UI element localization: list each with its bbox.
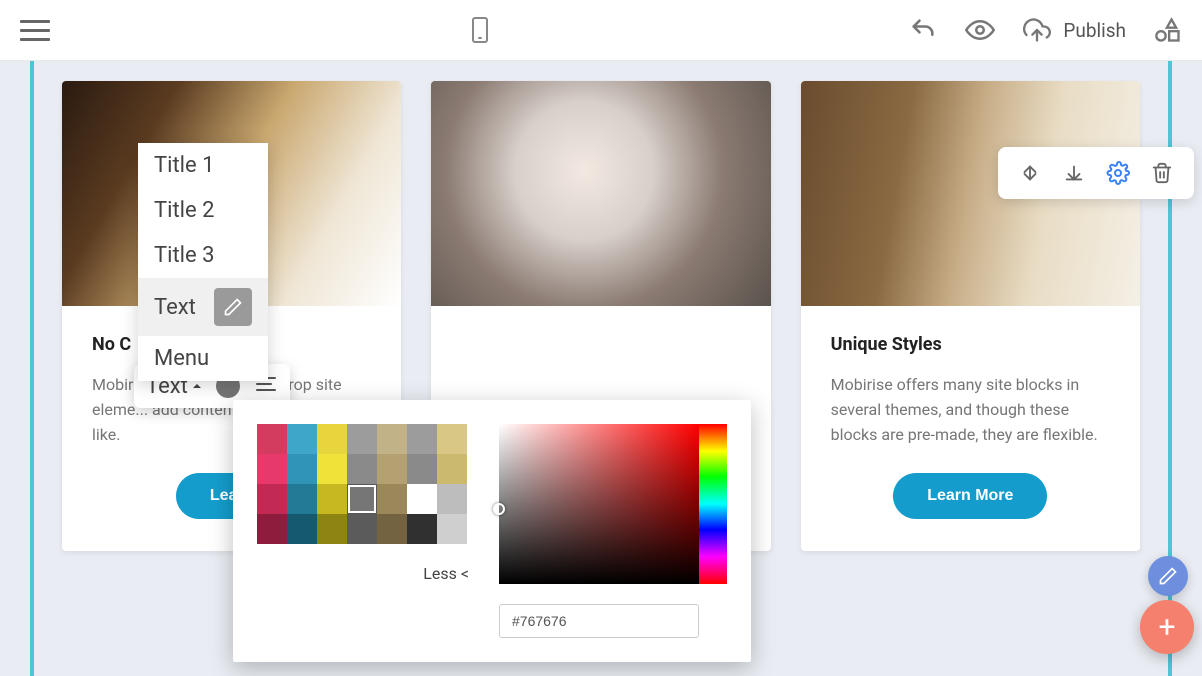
- palette-swatch[interactable]: [407, 514, 437, 544]
- palette-swatch[interactable]: [287, 424, 317, 454]
- sv-handle[interactable]: [493, 503, 505, 515]
- style-option-text[interactable]: Text: [138, 278, 268, 336]
- block-settings-button[interactable]: [1100, 155, 1136, 191]
- palette-swatch[interactable]: [377, 484, 407, 514]
- palette-swatch[interactable]: [407, 424, 437, 454]
- palette-swatch[interactable]: [377, 454, 407, 484]
- topbar: Publish: [0, 0, 1202, 61]
- palette-swatch[interactable]: [437, 454, 467, 484]
- style-option-title3[interactable]: Title 3: [138, 233, 268, 278]
- palette-swatch[interactable]: [257, 454, 287, 484]
- pencil-icon[interactable]: [214, 288, 252, 326]
- canvas-guide-left: [30, 61, 34, 676]
- palette-swatch[interactable]: [287, 484, 317, 514]
- less-colors-toggle[interactable]: Less <: [257, 564, 469, 583]
- palette-swatch[interactable]: [287, 454, 317, 484]
- topbar-actions: Publish: [909, 15, 1182, 45]
- move-down-button[interactable]: [1056, 155, 1092, 191]
- text-style-dropdown: Title 1 Title 2 Title 3 Text Menu: [138, 143, 268, 381]
- palette-swatch[interactable]: [317, 424, 347, 454]
- hex-input[interactable]: [499, 604, 699, 638]
- hue-slider[interactable]: [699, 424, 727, 584]
- style-option-label: Text: [154, 295, 196, 320]
- palette-swatch[interactable]: [407, 454, 437, 484]
- block-toolbar: [998, 147, 1194, 199]
- preview-button[interactable]: [965, 15, 995, 45]
- undo-button[interactable]: [909, 16, 937, 44]
- edit-fab[interactable]: [1148, 556, 1188, 596]
- card-title[interactable]: Unique Styles: [831, 334, 1110, 355]
- card-image[interactable]: [431, 81, 770, 306]
- palette-swatch[interactable]: [317, 484, 347, 514]
- card-body: Unique Styles Mobirise offers many site …: [801, 306, 1140, 551]
- add-block-fab[interactable]: +: [1140, 600, 1194, 654]
- palette-swatch[interactable]: [347, 424, 377, 454]
- palette-swatch[interactable]: [347, 454, 377, 484]
- palette-swatch[interactable]: [347, 484, 377, 514]
- palette-swatch[interactable]: [287, 514, 317, 544]
- card-text[interactable]: Mobirise offers many site blocks in seve…: [831, 373, 1110, 447]
- move-up-button[interactable]: [1012, 155, 1048, 191]
- palette-grid: [257, 424, 469, 544]
- delete-block-button[interactable]: [1144, 155, 1180, 191]
- palette-swatch[interactable]: [317, 454, 347, 484]
- caret-up-icon: [192, 381, 202, 391]
- cloud-upload-icon: [1023, 16, 1051, 44]
- palette-swatch[interactable]: [407, 484, 437, 514]
- palette-swatch[interactable]: [257, 424, 287, 454]
- style-option-title2[interactable]: Title 2: [138, 188, 268, 233]
- shapes-button[interactable]: [1154, 16, 1182, 44]
- mobile-icon: [472, 17, 488, 43]
- publish-button[interactable]: Publish: [1023, 16, 1126, 44]
- picker-column: [499, 424, 727, 638]
- publish-label: Publish: [1063, 19, 1126, 42]
- editor-canvas: No C Mobirise is an easy ... just drop s…: [0, 61, 1202, 676]
- palette-swatch[interactable]: [257, 484, 287, 514]
- palette-swatch[interactable]: [377, 424, 407, 454]
- palette-swatch[interactable]: [437, 514, 467, 544]
- device-preview-toggle[interactable]: [50, 17, 909, 43]
- style-option-title1[interactable]: Title 1: [138, 143, 268, 188]
- palette-swatch[interactable]: [437, 424, 467, 454]
- learn-more-button[interactable]: Learn More: [893, 473, 1047, 519]
- palette-swatch[interactable]: [437, 484, 467, 514]
- palette-swatch[interactable]: [317, 514, 347, 544]
- saturation-value-area[interactable]: [499, 424, 699, 584]
- style-option-menu[interactable]: Menu: [138, 336, 268, 381]
- palette-column: Less <: [257, 424, 469, 638]
- menu-button[interactable]: [20, 14, 50, 47]
- palette-swatch[interactable]: [347, 514, 377, 544]
- color-picker-panel: Less <: [233, 400, 751, 662]
- palette-swatch[interactable]: [377, 514, 407, 544]
- palette-swatch[interactable]: [257, 514, 287, 544]
